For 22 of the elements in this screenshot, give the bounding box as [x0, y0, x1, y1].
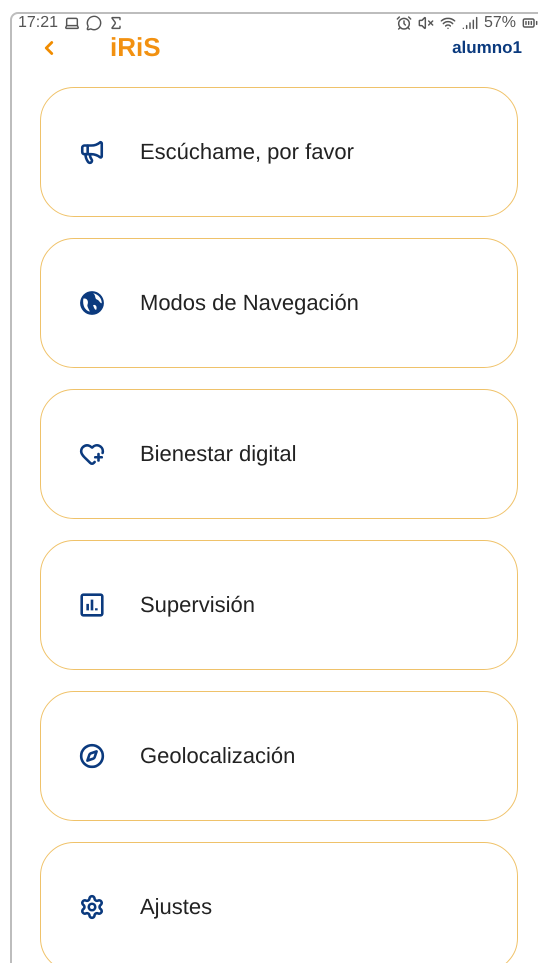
mute-icon — [418, 15, 434, 31]
chat-icon — [86, 15, 102, 31]
username: alumno1 — [452, 38, 522, 58]
status-time: 17:21 — [18, 14, 58, 32]
app-title: iRiS — [110, 32, 161, 63]
menu-item[interactable]: Escúchame, por favor — [40, 87, 518, 217]
battery-percent: 57% — [484, 14, 516, 32]
globe-icon — [79, 290, 105, 316]
wifi-icon — [440, 15, 456, 31]
signal-icon — [462, 15, 478, 31]
heart-plus-icon — [79, 441, 105, 467]
menu-item[interactable]: Modos de Navegación — [40, 238, 518, 368]
menu-item[interactable]: Ajustes — [40, 842, 518, 963]
laptop-icon — [64, 15, 80, 31]
menu-item[interactable]: Supervisión — [40, 540, 518, 670]
settings-icon — [79, 894, 105, 920]
menu-item[interactable]: Bienestar digital — [40, 389, 518, 519]
menu-item[interactable]: Geolocalización — [40, 691, 518, 821]
bar-chart-icon — [79, 592, 105, 618]
alarm-icon — [396, 15, 412, 31]
megaphone-icon — [79, 139, 105, 165]
compass-icon — [79, 743, 105, 769]
